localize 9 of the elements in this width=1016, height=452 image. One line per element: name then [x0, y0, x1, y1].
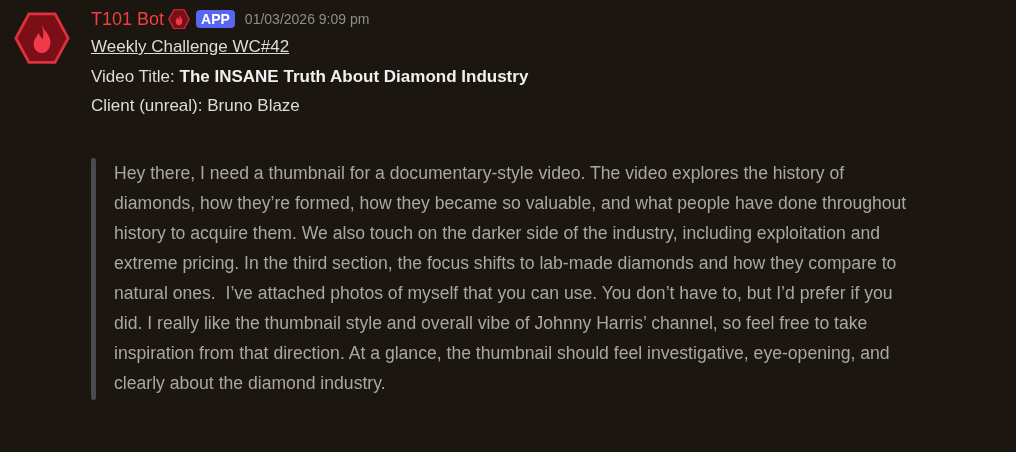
quote-text: Hey there, I need a thumbnail for a documentary-style video. The video explores the history of diamonds, how they’re formed, how they became so valuable, and what people have done throughout history to acquire them. We also touch on the darker side of the industry, including exploitation and extreme pricing. In the third section, the focus shifts to lab-made diamonds and how they compare to natural ones. I’ve attached photos of myself that you can use. You don’t have to, but I’d prefer if you did. I really like the thumbnail style and overall vibe of Johnny Harris’ channel, so feel free to take inspiration from that direction. At a glance, the thumbnail should feel investigative, eye-opening, and clearly about the diamond industry.: [114, 161, 908, 395]
timestamp: 01/03/2026 9:09 pm: [244, 11, 370, 27]
message-line: Client (unreal): Bruno Blaze: [91, 95, 301, 117]
author-name[interactable]: T101 Bot: [91, 8, 165, 30]
app-tag: APP: [196, 10, 235, 28]
avatar: [14, 12, 70, 65]
challenge-link[interactable]: Weekly Challenge WC#42: [91, 37, 290, 56]
message-line: Video Title: The INSANE Truth About Diamond Industry: [91, 65, 530, 88]
flame-badge-icon: [168, 8, 191, 30]
